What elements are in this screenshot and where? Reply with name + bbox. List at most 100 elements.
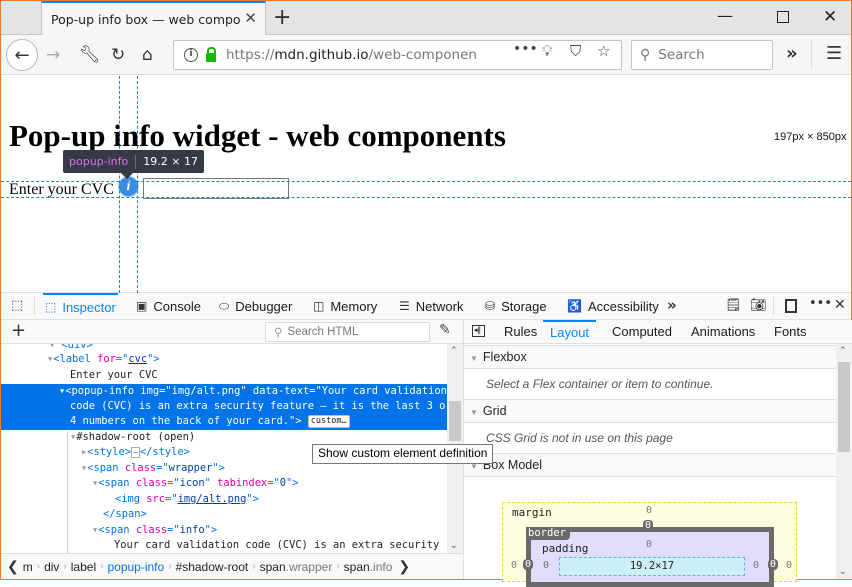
- maximize-icon[interactable]: [777, 11, 789, 23]
- tab-strip: Pop-up info box — web componen ✕ + — ✕: [1, 1, 851, 35]
- scroll-down-icon[interactable]: ⌄: [839, 567, 847, 577]
- tab-console[interactable]: ▣ Console: [136, 293, 201, 319]
- tab-accessibility[interactable]: ♿ Accessibility: [567, 293, 659, 319]
- search-icon: ⚲: [274, 327, 283, 339]
- browser-tab[interactable]: Pop-up info box — web componen ✕: [41, 1, 266, 35]
- forward-icon[interactable]: →: [46, 45, 60, 65]
- grid-section-header[interactable]: ▼ Grid: [464, 399, 836, 423]
- sidebar-tab-rules[interactable]: Rules: [504, 320, 537, 344]
- grid-message: CSS Grid is not in use on this page: [486, 431, 673, 445]
- menu-icon[interactable]: ☰: [826, 43, 842, 64]
- new-tab-button[interactable]: +: [273, 5, 291, 30]
- margin-left-value[interactable]: 0: [511, 560, 517, 571]
- selected-node[interactable]: ▾<popup-info img="img/alt.png" data-text…: [1, 384, 447, 430]
- eyedropper-icon[interactable]: ✎: [439, 322, 451, 338]
- search-input[interactable]: ⚲ Search: [631, 40, 773, 70]
- indent-guide: [67, 431, 68, 553]
- markup-line[interactable]: ▾<label for="cvc">: [47, 352, 160, 367]
- url-text: https://mdn.github.io/web-components-e: [226, 47, 476, 63]
- sidebar-tab-fonts[interactable]: Fonts: [774, 320, 807, 344]
- markup-line[interactable]: ▸<style> ⋯ </style>: [81, 445, 190, 460]
- page-actions-icon[interactable]: •••: [513, 41, 538, 57]
- notes-icon[interactable]: 🗒︎: [725, 298, 742, 313]
- pocket-icon[interactable]: ⛉: [570, 42, 581, 60]
- scroll-up-icon[interactable]: ⌃: [450, 346, 458, 356]
- toolbar-separator: [811, 41, 812, 69]
- toggle-pane-icon[interactable]: ◂‖: [472, 325, 485, 337]
- devtools-options-icon[interactable]: •••: [809, 296, 832, 311]
- sidebar-tab-layout[interactable]: Layout: [543, 320, 597, 344]
- search-icon: ⚲: [640, 47, 651, 63]
- markup-line[interactable]: <img src="img/alt.png">: [115, 492, 259, 507]
- wrench-icon[interactable]: 🔧︎: [79, 45, 101, 65]
- info-icon[interactable]: i: [184, 48, 198, 62]
- element-picker-icon[interactable]: ⬚: [11, 298, 23, 313]
- star-icon[interactable]: ☆: [597, 42, 610, 60]
- more-tabs-icon[interactable]: »: [667, 296, 677, 314]
- close-tab-icon[interactable]: ✕: [244, 9, 257, 27]
- custom-element-badge[interactable]: custom…: [307, 415, 350, 428]
- breadcrumb-scroll-right-icon[interactable]: ❯: [398, 558, 410, 575]
- breadcrumb-item[interactable]: span.info: [344, 560, 393, 574]
- lock-icon: [206, 46, 216, 62]
- infobar-tag: popup-info: [69, 155, 129, 168]
- breadcrumb-item[interactable]: label: [71, 560, 96, 574]
- breadcrumb-item[interactable]: m: [23, 560, 33, 574]
- flexbox-message: Select a Flex container or item to conti…: [486, 377, 714, 391]
- minimize-icon[interactable]: —: [717, 6, 733, 25]
- padding-left-value[interactable]: 0: [543, 560, 549, 571]
- lightbulb-icon[interactable]: 💡︎: [542, 42, 553, 60]
- sidebar-scroll-thumb[interactable]: [838, 362, 850, 452]
- tab-network[interactable]: ☰ Network: [399, 293, 463, 319]
- border-right-value[interactable]: 0: [768, 559, 779, 570]
- sidebar-tab-computed[interactable]: Computed: [612, 320, 672, 344]
- breadcrumb-scroll-left-icon[interactable]: ❮: [7, 558, 19, 575]
- screenshot-icon[interactable]: 📷︎: [750, 298, 767, 313]
- border-top-value[interactable]: 0: [643, 520, 654, 531]
- flexbox-section-header[interactable]: ▼ Flexbox: [464, 345, 836, 369]
- tab-debugger[interactable]: ⬭ Debugger: [219, 293, 292, 319]
- sidebar-tab-animations[interactable]: Animations: [691, 320, 755, 344]
- markup-line[interactable]: ▾<span class="wrapper">: [81, 461, 225, 476]
- margin-right-value[interactable]: 0: [786, 560, 792, 571]
- breadcrumb-item[interactable]: div: [44, 560, 59, 574]
- accessibility-icon: ♿: [567, 299, 582, 313]
- back-button[interactable]: ←: [6, 39, 38, 71]
- close-devtools-icon[interactable]: ✕: [834, 297, 846, 313]
- toolbar-separator: [773, 297, 774, 315]
- tab-storage[interactable]: ⛁ Storage: [485, 293, 547, 319]
- markup-line[interactable]: ▾<span class="info">: [92, 523, 217, 538]
- add-node-icon[interactable]: +: [11, 320, 26, 341]
- popup-info-icon[interactable]: i: [119, 177, 138, 196]
- padding-right-value[interactable]: 0: [753, 560, 759, 571]
- breadcrumb-item[interactable]: #shadow-root: [176, 560, 249, 574]
- search-html-input[interactable]: ⚲ Search HTML: [265, 322, 430, 342]
- markup-text-node[interactable]: Your card validation code (CVC) is an ex…: [114, 538, 439, 553]
- close-window-icon[interactable]: ✕: [823, 7, 837, 27]
- markup-line[interactable]: ▾#shadow-root (open): [70, 430, 195, 445]
- reload-icon[interactable]: ↻: [111, 45, 125, 65]
- box-model-section-header[interactable]: ▼ Box Model: [464, 453, 836, 477]
- markup-text-node[interactable]: Enter your CVC: [70, 368, 158, 383]
- tab-inspector[interactable]: ⬚ Inspector: [43, 293, 118, 319]
- memory-icon: ◫: [313, 299, 325, 313]
- margin-top-value[interactable]: 0: [646, 505, 652, 516]
- border-left-value[interactable]: 0: [523, 559, 534, 570]
- markup-line[interactable]: </span>: [103, 507, 147, 522]
- markup-line[interactable]: ▾<span class="icon" tabindex="0">: [92, 476, 299, 491]
- highlighter-infobar: popup-info 19.2 × 17: [63, 150, 204, 179]
- url-bar[interactable]: i https://mdn.github.io/web-components-e: [173, 40, 622, 70]
- overflow-icon[interactable]: »: [786, 43, 798, 64]
- inspector-icon: ⬚: [45, 300, 57, 314]
- home-icon[interactable]: ⌂: [142, 45, 153, 65]
- breadcrumb-item[interactable]: span.wrapper: [260, 560, 333, 574]
- scroll-up-icon[interactable]: ⌃: [839, 346, 847, 356]
- padding-top-value[interactable]: 0: [646, 539, 652, 550]
- responsive-mode-icon[interactable]: [785, 299, 797, 313]
- devtools-toolbar: ⬚ ⬚ Inspector ▣ Console ⬭ Debugger ◫ Memory …: [1, 293, 851, 320]
- page-heading: Pop-up info widget - web components: [9, 118, 506, 153]
- tab-memory[interactable]: ◫ Memory: [313, 293, 377, 319]
- breadcrumb-item-selected[interactable]: popup-info: [107, 560, 164, 574]
- markup-scroll-thumb[interactable]: [449, 401, 461, 441]
- scroll-down-icon[interactable]: ⌄: [450, 541, 458, 551]
